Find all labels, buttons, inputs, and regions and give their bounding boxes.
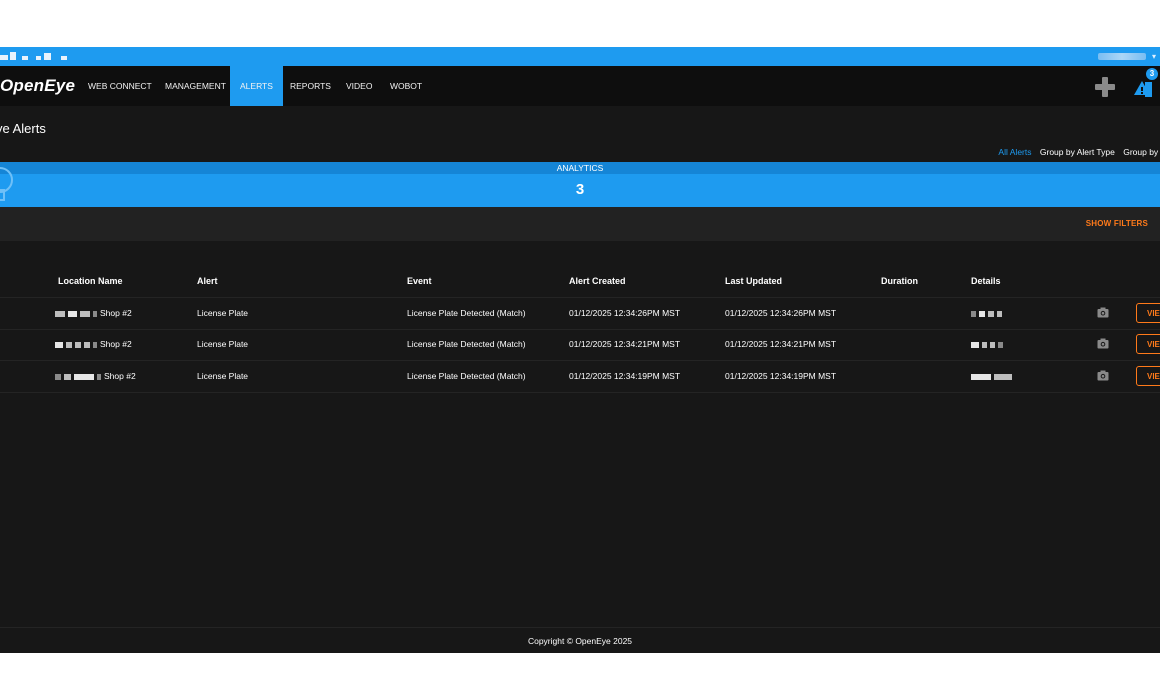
view-button[interactable]: VIE bbox=[1136, 334, 1160, 354]
redacted-text bbox=[55, 373, 61, 380]
redacted-pixel bbox=[36, 56, 41, 60]
redacted-text bbox=[988, 310, 994, 317]
nav-video[interactable]: VIDEO bbox=[336, 66, 382, 106]
table-row[interactable]: Shop #2 License Plate License Plate Dete… bbox=[0, 361, 1160, 393]
alert-count-badge: 3 bbox=[1146, 68, 1158, 80]
event-cell: License Plate Detected (Match) bbox=[407, 371, 526, 381]
redacted-pixel bbox=[22, 56, 28, 60]
redacted-text bbox=[93, 310, 97, 317]
alert-cell: License Plate bbox=[197, 339, 249, 349]
camera-icon[interactable] bbox=[1097, 307, 1109, 318]
redacted-text bbox=[990, 341, 995, 348]
redacted-text bbox=[997, 310, 1002, 317]
column-header-last-updated[interactable]: Last Updated bbox=[725, 276, 782, 286]
redacted-text bbox=[66, 341, 72, 348]
nav-web-connect[interactable]: WEB CONNECT bbox=[78, 66, 162, 106]
group-tabs: All Alerts Group by Alert Type Group by … bbox=[992, 147, 1160, 157]
camera-icon[interactable] bbox=[1097, 370, 1109, 381]
location-cell: Shop #2 bbox=[55, 361, 136, 392]
app-window: ▾ OpenEye WEB CONNECT MANAGEMENT ALERTS … bbox=[0, 47, 1160, 653]
user-menu[interactable]: ▾ bbox=[1097, 50, 1156, 63]
main-navbar: OpenEye WEB CONNECT MANAGEMENT ALERTS RE… bbox=[0, 66, 1160, 106]
redacted-text bbox=[64, 373, 71, 380]
redacted-text bbox=[84, 341, 90, 348]
tab-group-by-location[interactable]: Group by Lo bbox=[1123, 147, 1160, 157]
column-header-location[interactable]: Location Name bbox=[58, 276, 123, 286]
redacted-pixel bbox=[44, 53, 51, 60]
nav-alerts[interactable]: ALERTS bbox=[230, 66, 283, 106]
redacted-text bbox=[80, 310, 90, 317]
analytics-header: ANALYTICS bbox=[0, 162, 1160, 174]
details-cell bbox=[971, 298, 1005, 329]
updated-cell: 01/12/2025 12:34:19PM MST bbox=[725, 371, 837, 381]
alert-cell: License Plate bbox=[197, 308, 249, 318]
redacted-username bbox=[1097, 53, 1146, 60]
nav-management[interactable]: MANAGEMENT bbox=[155, 66, 236, 106]
redacted-text bbox=[55, 310, 65, 317]
event-cell: License Plate Detected (Match) bbox=[407, 339, 526, 349]
redacted-pixel bbox=[61, 56, 67, 60]
view-button[interactable]: VIE bbox=[1136, 366, 1160, 386]
redacted-text bbox=[75, 341, 81, 348]
redacted-text bbox=[998, 341, 1003, 348]
camera-icon[interactable] bbox=[1097, 338, 1109, 349]
redacted-text bbox=[982, 341, 987, 348]
redacted-text bbox=[68, 310, 77, 317]
openeye-logo[interactable]: OpenEye bbox=[0, 76, 75, 96]
analytics-card[interactable]: 3 bbox=[0, 167, 1160, 207]
location-cell: Shop #2 bbox=[55, 298, 132, 329]
location-cell: Shop #2 bbox=[55, 329, 132, 360]
updated-cell: 01/12/2025 12:34:21PM MST bbox=[725, 339, 837, 349]
add-icon[interactable] bbox=[1094, 76, 1116, 98]
location-name: Shop #2 bbox=[104, 371, 136, 381]
table-row[interactable]: Shop #2 License Plate License Plate Dete… bbox=[0, 297, 1160, 330]
analytics-count: 3 bbox=[575, 181, 585, 198]
redacted-text bbox=[74, 373, 94, 380]
created-cell: 01/12/2025 12:34:19PM MST bbox=[569, 371, 681, 381]
filters-bar: SHOW FILTERS bbox=[0, 207, 1160, 241]
show-filters-button[interactable]: SHOW FILTERS bbox=[1086, 207, 1148, 241]
location-name: Shop #2 bbox=[100, 308, 132, 318]
view-button[interactable]: VIE bbox=[1136, 303, 1160, 323]
column-header-alert-created[interactable]: Alert Created bbox=[569, 276, 626, 286]
created-cell: 01/12/2025 12:34:26PM MST bbox=[569, 308, 681, 318]
alert-cell: License Plate bbox=[197, 371, 249, 381]
column-header-alert[interactable]: Alert bbox=[197, 276, 218, 286]
chevron-down-icon: ▾ bbox=[1151, 52, 1156, 61]
redacted-text bbox=[55, 341, 63, 348]
details-cell bbox=[971, 329, 1006, 360]
column-header-duration[interactable]: Duration bbox=[881, 276, 918, 286]
table-row[interactable]: Shop #2 License Plate License Plate Dete… bbox=[0, 329, 1160, 361]
redacted-text bbox=[93, 341, 97, 348]
copyright-text: Copyright © OpenEye 2025 bbox=[527, 636, 633, 646]
tab-group-by-alert-type[interactable]: Group by Alert Type bbox=[1040, 147, 1115, 157]
redacted-text bbox=[979, 310, 985, 317]
redacted-text bbox=[97, 373, 101, 380]
nav-wobot[interactable]: WOBOT bbox=[380, 66, 432, 106]
page-title: ye Alerts bbox=[0, 121, 46, 136]
redacted-pixel bbox=[10, 52, 16, 60]
column-header-details[interactable]: Details bbox=[971, 276, 1001, 286]
redacted-text bbox=[971, 341, 979, 348]
event-cell: License Plate Detected (Match) bbox=[407, 308, 526, 318]
redacted-text bbox=[971, 373, 991, 380]
tab-all-alerts[interactable]: All Alerts bbox=[998, 147, 1031, 157]
nav-reports[interactable]: REPORTS bbox=[280, 66, 341, 106]
redacted-pixel bbox=[0, 55, 8, 60]
updated-cell: 01/12/2025 12:34:26PM MST bbox=[725, 308, 837, 318]
redacted-text bbox=[994, 373, 1012, 380]
created-cell: 01/12/2025 12:34:21PM MST bbox=[569, 339, 681, 349]
column-header-event[interactable]: Event bbox=[407, 276, 432, 286]
details-cell bbox=[971, 361, 1015, 392]
location-name: Shop #2 bbox=[100, 339, 132, 349]
footer: Copyright © OpenEye 2025 bbox=[0, 627, 1160, 653]
top-strip: ▾ bbox=[0, 47, 1160, 66]
redacted-text bbox=[971, 310, 976, 317]
